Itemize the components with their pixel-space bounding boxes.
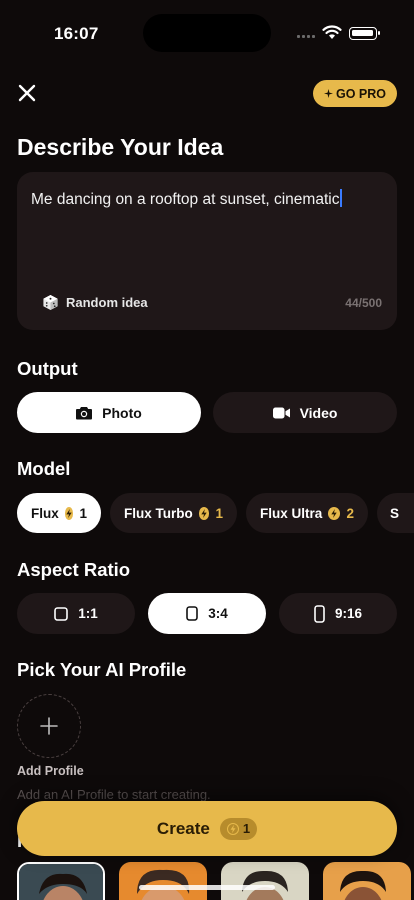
model-option-cost: 2: [346, 505, 354, 521]
square-ratio-icon: [54, 606, 69, 621]
model-option-cost: 1: [215, 505, 223, 521]
aspect-ratio-heading: Aspect Ratio: [17, 559, 131, 580]
idea-text[interactable]: Me dancing on a rooftop at sunset, cinem…: [31, 189, 343, 209]
create-cost: 1: [242, 821, 251, 836]
model-option-label: Flux: [31, 505, 59, 521]
wifi-icon: [322, 25, 342, 39]
bolt-icon: [64, 506, 74, 520]
sparkle-icon: [323, 89, 333, 98]
output-video-option[interactable]: Video: [213, 392, 397, 433]
go-pro-button[interactable]: GO PRO: [313, 80, 397, 107]
sketch-portrait-image: [221, 862, 309, 900]
close-icon: [18, 84, 36, 102]
character-count: 44/500: [345, 296, 382, 310]
model-option-cost: 1: [79, 505, 87, 521]
model-option-partial[interactable]: S: [377, 493, 414, 533]
portrait-image: [19, 864, 103, 900]
aspect-option-1-1[interactable]: 1:1: [17, 593, 135, 634]
aspect-option-9-16[interactable]: 9:16: [279, 593, 397, 634]
portrait-ratio-icon: [186, 606, 199, 621]
video-icon: [272, 407, 290, 418]
idea-textarea[interactable]: Me dancing on a rooftop at sunset, cinem…: [17, 172, 397, 330]
aspect-option-label: 3:4: [208, 606, 228, 621]
style-thumbnail[interactable]: [119, 862, 207, 900]
output-video-label: Video: [299, 404, 338, 421]
plus-icon: [40, 717, 58, 735]
model-option-label: S: [390, 505, 400, 521]
random-idea-label: Random idea: [66, 295, 148, 310]
model-option-label: Flux Ultra: [260, 505, 323, 521]
model-option-flux-turbo[interactable]: Flux Turbo 1: [110, 493, 237, 533]
battery-icon: [349, 27, 380, 40]
bolt-icon: [198, 506, 210, 520]
status-bar: 16:07: [0, 0, 414, 62]
output-heading: Output: [17, 358, 78, 379]
style-thumbnail[interactable]: [17, 862, 105, 900]
create-button[interactable]: Create 1: [17, 801, 397, 856]
dice-icon: [43, 294, 58, 311]
text-caret: [340, 189, 343, 207]
sunset-portrait-image: [323, 862, 411, 900]
model-option-flux-ultra[interactable]: Flux Ultra 2: [246, 493, 368, 533]
tall-ratio-icon: [314, 604, 325, 623]
add-profile-button[interactable]: [17, 694, 81, 758]
camera-icon: [76, 406, 93, 419]
create-label: Create: [156, 818, 210, 838]
style-thumbnail[interactable]: [323, 862, 411, 900]
dynamic-island: [143, 14, 271, 52]
cellular-signal-icon: [297, 35, 315, 38]
add-profile-hint: Add an AI Profile to start creating.: [17, 787, 211, 802]
status-time: 16:07: [54, 24, 99, 43]
aspect-option-3-4[interactable]: 3:4: [148, 593, 266, 634]
bolt-icon: [226, 822, 239, 835]
close-button[interactable]: [14, 80, 40, 106]
bolt-icon: [328, 506, 341, 520]
model-option-flux[interactable]: Flux 1: [17, 493, 101, 533]
random-idea-button[interactable]: Random idea: [42, 294, 148, 311]
aspect-option-label: 9:16: [334, 606, 363, 621]
ai-profile-heading: Pick Your AI Profile: [17, 659, 187, 680]
style-thumbnail[interactable]: [221, 862, 309, 900]
create-cost-badge: 1: [219, 817, 258, 840]
model-heading: Model: [17, 458, 71, 479]
style-thumbnails: [17, 862, 411, 900]
home-indicator: [139, 885, 275, 890]
aspect-option-label: 1:1: [78, 606, 98, 621]
cartoon-portrait-image: [119, 862, 207, 900]
model-option-label: Flux Turbo: [124, 505, 193, 521]
output-photo-label: Photo: [102, 404, 142, 421]
page-title: Describe Your Idea: [17, 134, 224, 160]
add-profile-label: Add Profile: [17, 764, 84, 778]
go-pro-label: GO PRO: [335, 86, 386, 101]
output-photo-option[interactable]: Photo: [17, 392, 201, 433]
